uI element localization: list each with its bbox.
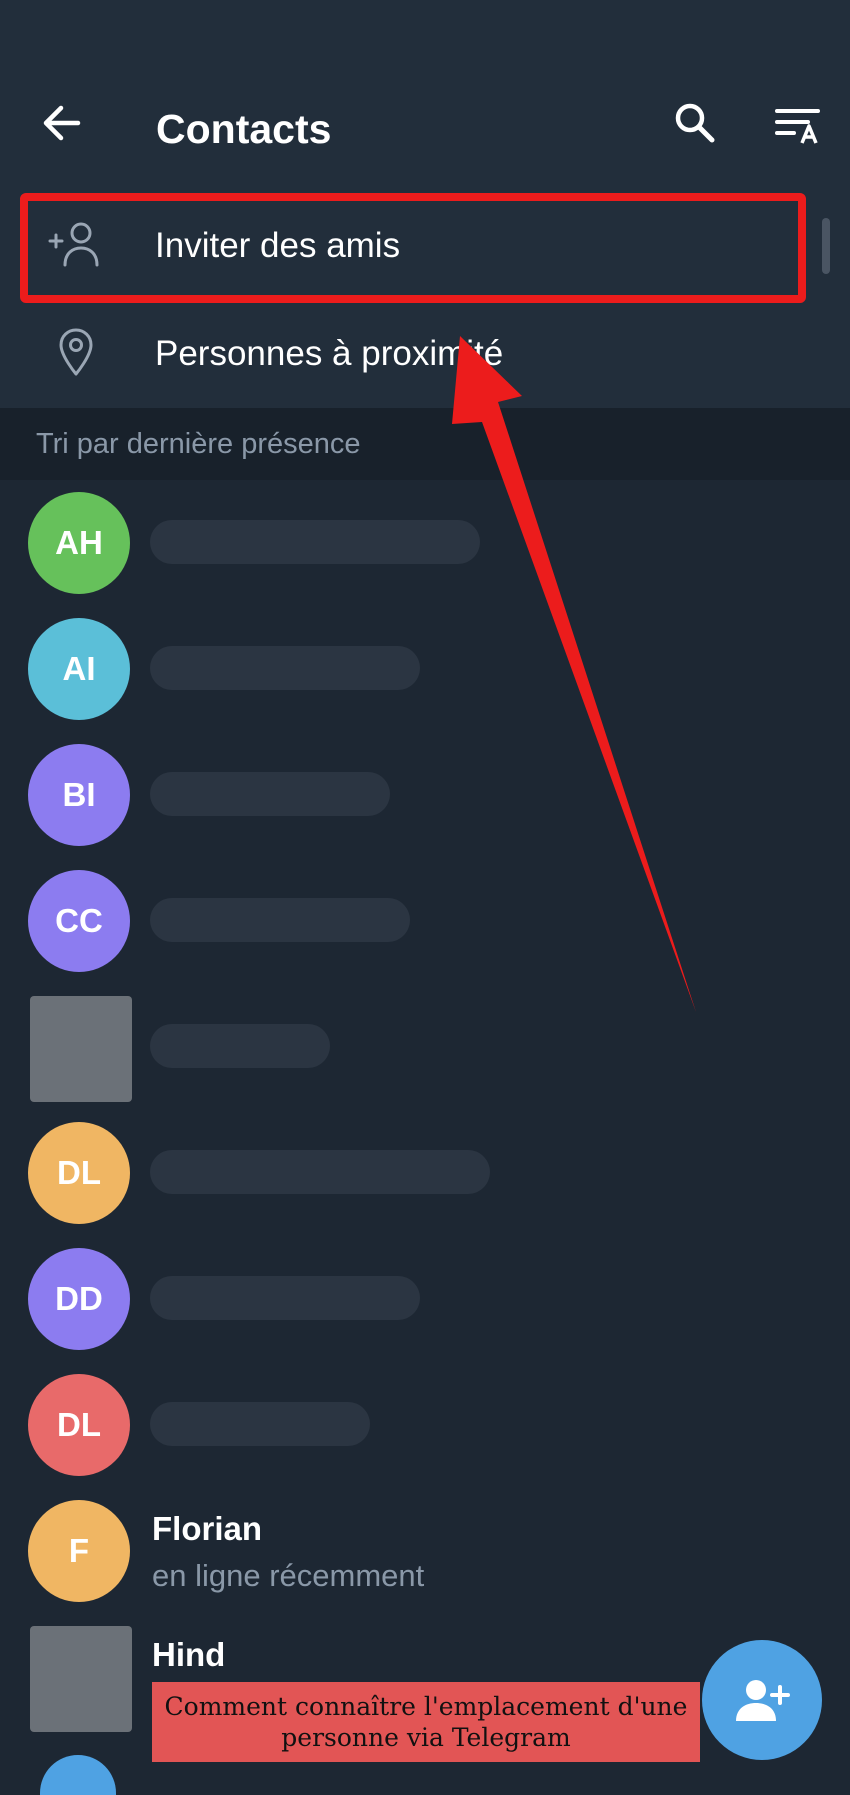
avatar: CC [28,870,130,972]
section-header-label: Tri par dernière présence [36,428,361,460]
contact-status: en ligne récemment [152,1558,425,1593]
search-icon[interactable] [660,90,730,156]
blurred-contact-name [150,646,420,690]
contact-row[interactable]: AI [0,606,850,732]
avatar: AI [28,618,130,720]
blurred-contact-name [150,1402,370,1446]
avatar: DL [28,1374,130,1476]
contact-row[interactable]: BI [0,732,850,858]
blurred-contact-name [150,1276,420,1320]
avatar: F [28,1500,130,1602]
blurred-contact-name [150,898,410,942]
contact-row[interactable]: F Florian en ligne récemment [0,1488,850,1614]
contact-row[interactable]: CC [0,858,850,984]
avatar: DD [28,1248,130,1350]
blurred-contact-name [150,1150,490,1194]
contacts-list: AH AI BI CC DL DD DL F Florian en ligne … [0,480,850,1769]
contact-row[interactable]: DL [0,1110,850,1236]
avatar: AH [28,492,130,594]
avatar: DL [28,1122,130,1224]
blurred-contact-name [150,1024,330,1068]
contact-row[interactable]: DD [0,1236,850,1362]
avatar: BI [28,744,130,846]
contact-name: Hind [152,1636,226,1673]
arrow-left-icon[interactable] [28,90,94,156]
contact-row[interactable]: DL [0,1362,850,1488]
add-contact-button[interactable] [702,1640,822,1760]
avatar-photo [30,996,132,1102]
people-nearby-item[interactable]: Personnes à proximité [0,298,850,406]
toolbar: Contacts [0,70,850,190]
status-bar-area [0,0,850,70]
avatar-photo [30,1626,132,1732]
highlight-box [20,193,806,303]
section-header: Tri par dernière présence [0,408,850,480]
people-nearby-label: Personnes à proximité [155,334,504,373]
add-contact-icon [736,1680,790,1721]
contact-row[interactable]: AH [0,480,850,606]
scrollbar-thumb[interactable] [822,218,830,274]
location-pin-icon [38,322,114,382]
contact-name: Florian [152,1510,263,1547]
blurred-contact-name [150,520,480,564]
contact-row[interactable] [0,984,850,1110]
sort-alpha-icon[interactable] [766,92,832,158]
caption-banner: Comment connaître l'emplacement d'une pe… [152,1682,700,1762]
page-title: Contacts [156,106,332,152]
blurred-contact-name [150,772,390,816]
